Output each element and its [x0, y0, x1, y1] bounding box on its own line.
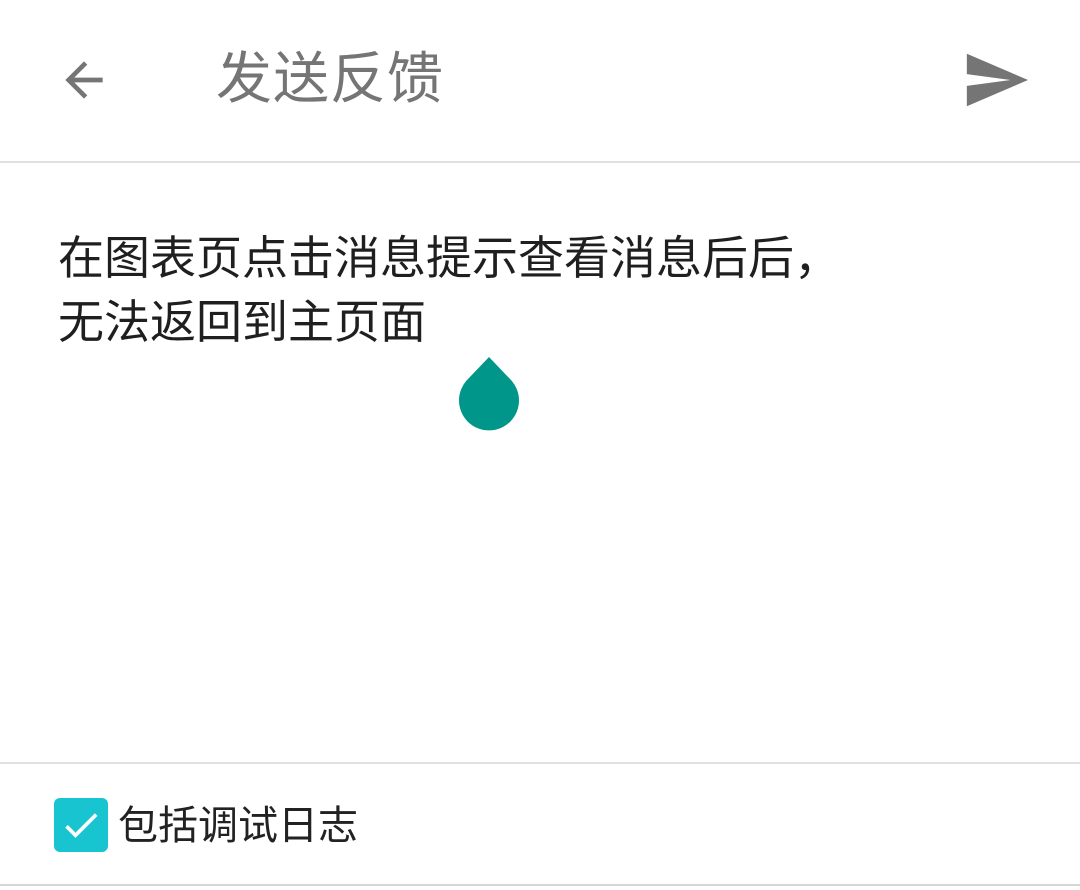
footer-bar: 包括调试日志 [0, 764, 1080, 884]
app-toolbar: 发送反馈 [0, 0, 1080, 162]
back-button[interactable] [48, 44, 120, 116]
send-button[interactable] [956, 40, 1036, 120]
bottom-edge-divider [0, 884, 1080, 886]
page-title: 发送反馈 [216, 47, 444, 112]
send-icon [966, 53, 1029, 107]
arrow-back-icon [65, 61, 103, 99]
toolbar-divider [0, 161, 1080, 163]
checkmark-icon [65, 813, 98, 838]
include-logs-checkbox[interactable] [54, 798, 108, 852]
text-cursor-handle-icon[interactable] [458, 357, 520, 431]
include-logs-label: 包括调试日志 [118, 803, 358, 849]
feedback-text-field[interactable]: 在图表页点击消息提示查看消息后后， 无法返回到主页面 [58, 226, 1038, 726]
